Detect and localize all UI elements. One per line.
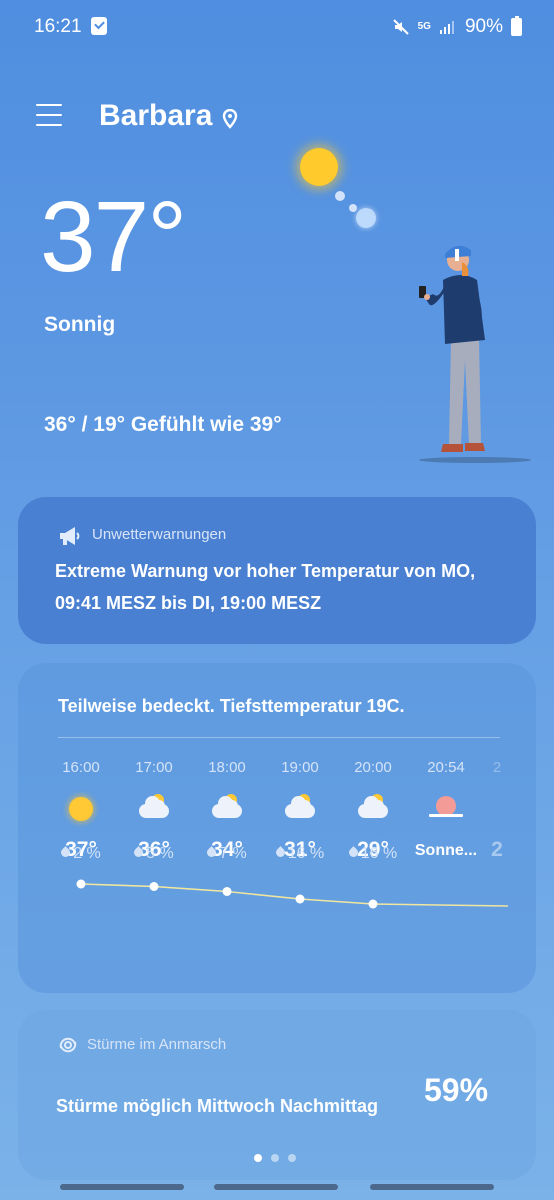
warning-title: Unwetterwarnungen xyxy=(92,526,227,543)
sunset-icon xyxy=(429,794,463,824)
trend-point xyxy=(76,879,86,889)
network-label: 5G xyxy=(417,21,431,32)
divider xyxy=(58,737,500,738)
hour-time: 2 xyxy=(492,759,502,776)
raindrop-icon xyxy=(273,846,287,859)
page-dot-active[interactable] xyxy=(254,1154,262,1162)
storm-icon xyxy=(59,1037,77,1053)
weather-warning-card[interactable]: Unwetterwarnungen Extreme Warnung vor ho… xyxy=(18,497,536,644)
storm-title: Stürme im Anmarsch xyxy=(87,1036,227,1053)
status-bar: 16:21 5G 90% xyxy=(0,0,554,56)
hour-time: 18:00 xyxy=(208,759,246,776)
person-illustration xyxy=(419,245,531,463)
hour-time: 20:54 xyxy=(427,759,465,776)
battery-icon xyxy=(511,16,522,36)
hour-time: 19:00 xyxy=(281,759,319,776)
precip-chance: 16 % xyxy=(341,845,405,863)
trend-line xyxy=(80,883,509,907)
hour-temp: 2 xyxy=(491,838,503,861)
raindrop-icon xyxy=(132,846,146,859)
raindrop-icon xyxy=(59,846,73,859)
nav-handle[interactable] xyxy=(60,1184,184,1190)
sun-icon xyxy=(64,794,98,824)
mute-icon xyxy=(392,19,409,35)
current-condition: Sonnig xyxy=(44,313,116,336)
partly-cloudy-icon xyxy=(210,794,244,824)
current-temperature: 37° xyxy=(40,181,187,293)
status-time: 16:21 xyxy=(34,16,82,37)
bubble-decoration xyxy=(335,191,345,201)
partly-cloudy-icon xyxy=(356,794,390,824)
partly-cloudy-icon xyxy=(137,794,171,824)
nav-handle[interactable] xyxy=(214,1184,338,1190)
precip-chance: 7 % xyxy=(195,845,259,863)
storm-message: Stürme möglich Mittwoch Nachmittag xyxy=(56,1096,379,1116)
hour-temp: Sonne... xyxy=(414,842,478,859)
hi-lo-feels-like: 36° / 19° Gefühlt wie 39° xyxy=(44,413,282,436)
raindrop-icon xyxy=(346,846,360,859)
hour-column: 20:54 Sonne... xyxy=(414,759,478,860)
signal-icon xyxy=(439,21,454,34)
storm-probability: 59% xyxy=(424,1072,489,1108)
page-indicator xyxy=(254,1154,296,1162)
location-pin-icon xyxy=(222,109,238,129)
battery-percent: 90% xyxy=(464,16,503,37)
menu-icon[interactable] xyxy=(36,104,62,126)
hourly-forecast-card[interactable]: Teilweise bedeckt. Tiefsttemperatur 19C.… xyxy=(18,663,536,993)
partly-cloudy-icon xyxy=(487,794,507,824)
bubble-decoration xyxy=(349,204,357,212)
page-dot[interactable] xyxy=(271,1154,279,1162)
page-dot[interactable] xyxy=(288,1154,296,1162)
precip-chance: 16 % xyxy=(268,845,332,863)
status-right: 5G 90% xyxy=(392,16,522,38)
bubble-decoration xyxy=(356,208,376,228)
hour-time: 20:00 xyxy=(354,759,392,776)
raindrop-icon xyxy=(205,846,219,859)
hour-column-partial: 2 2 xyxy=(487,759,507,862)
precip-chance: 2 % xyxy=(49,845,113,863)
megaphone-icon xyxy=(60,527,80,545)
task-check-icon xyxy=(91,17,107,35)
warning-message: Extreme Warnung vor hoher Temperatur von… xyxy=(55,561,476,613)
forecast-summary: Teilweise bedeckt. Tiefsttemperatur 19C. xyxy=(58,696,405,716)
temperature-trend-graph xyxy=(76,879,509,909)
partly-cloudy-icon xyxy=(283,794,317,824)
precip-chance: 5 % xyxy=(122,845,186,863)
hour-time: 17:00 xyxy=(135,759,173,776)
nav-handle[interactable] xyxy=(370,1184,494,1190)
location-name[interactable]: Barbara xyxy=(99,99,212,133)
sun-illustration-icon xyxy=(300,148,338,186)
trend-point xyxy=(295,894,305,904)
trend-point xyxy=(222,887,232,896)
trend-point xyxy=(149,882,159,891)
hour-time: 16:00 xyxy=(62,759,100,776)
trend-point xyxy=(368,899,378,909)
